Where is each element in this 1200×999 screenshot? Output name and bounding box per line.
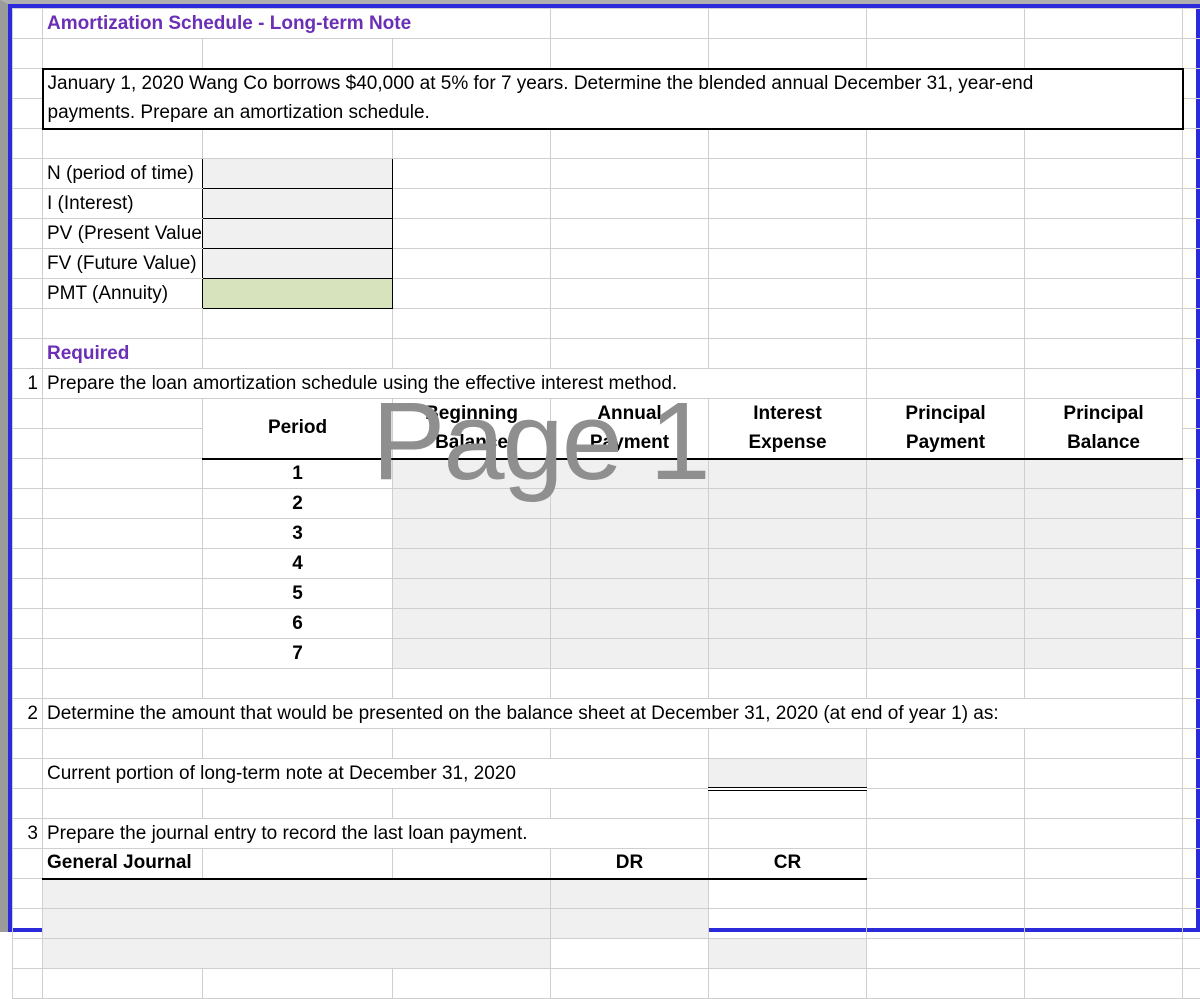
je-dr-1[interactable] (551, 879, 709, 909)
sheet-title: Amortization Schedule - Long-term Note (43, 9, 551, 39)
fv-input[interactable] (203, 249, 393, 279)
table-row: 7 (13, 639, 1200, 669)
je-dr-3[interactable] (551, 939, 709, 969)
fv-label: FV (Future Value) (43, 249, 203, 279)
q2-number: 2 (13, 699, 43, 729)
hdr-begbal2: Balance (393, 429, 551, 459)
q3-row: 3 Prepare the journal entry to record th… (13, 819, 1200, 849)
je-cr-2[interactable] (709, 909, 867, 939)
je-dr-2[interactable] (551, 909, 709, 939)
q1-row: 1 Prepare the loan amortization schedule… (13, 369, 1200, 399)
pv-label: PV (Present Value (43, 219, 203, 249)
amort-header-row1: Period Beginning Annual Interest Princip… (13, 399, 1200, 429)
pmt-input[interactable] (203, 279, 393, 309)
je-account-2[interactable] (43, 909, 551, 939)
hdr-annpay1: Annual (551, 399, 709, 429)
i-label: I (Interest) (43, 189, 203, 219)
je-cr-3[interactable] (709, 939, 867, 969)
table-row: 5 (13, 579, 1200, 609)
hdr-prinbal2: Balance (1025, 429, 1183, 459)
i-input[interactable] (203, 189, 393, 219)
current-portion-row: Current portion of long-term note at Dec… (13, 759, 1200, 789)
amort-header-row2: Balance Payment Expense Payment Balance (13, 429, 1200, 459)
problem-line2: payments. Prepare an amortization schedu… (43, 99, 1183, 129)
dr-label: DR (551, 849, 709, 879)
problem-text-row1: January 1, 2020 Wang Co borrows $40,000 … (13, 69, 1200, 99)
hdr-intexp1: Interest (709, 399, 867, 429)
input-row-pmt: PMT (Annuity) (13, 279, 1200, 309)
problem-text-row2: payments. Prepare an amortization schedu… (13, 99, 1200, 129)
table-row: 2 (13, 489, 1200, 519)
hdr-intexp2: Expense (709, 429, 867, 459)
je-row (13, 909, 1200, 939)
problem-line1: January 1, 2020 Wang Co borrows $40,000 … (43, 69, 1183, 99)
input-row-n: N (period of time) (13, 159, 1200, 189)
n-label: N (period of time) (43, 159, 203, 189)
table-row: 4 (13, 549, 1200, 579)
q1-text: Prepare the loan amortization schedule u… (43, 369, 867, 399)
q1-number: 1 (13, 369, 43, 399)
required-row: Required (13, 339, 1200, 369)
table-row: 3 (13, 519, 1200, 549)
title-row: Amortization Schedule - Long-term Note (13, 9, 1200, 39)
pv-input[interactable] (203, 219, 393, 249)
je-row (13, 939, 1200, 969)
hdr-annpay2: Payment (551, 429, 709, 459)
je-account-3[interactable] (43, 939, 551, 969)
je-account-1[interactable] (43, 879, 551, 909)
table-row: 6 (13, 609, 1200, 639)
current-portion-value[interactable] (709, 759, 867, 789)
hdr-begbal1: Beginning (393, 399, 551, 429)
cr-label: CR (709, 849, 867, 879)
pmt-label: PMT (Annuity) (43, 279, 203, 309)
input-row-fv: FV (Future Value) (13, 249, 1200, 279)
hdr-prinpay1: Principal (867, 399, 1025, 429)
input-row-pv: PV (Present Value (13, 219, 1200, 249)
hdr-prinpay2: Payment (867, 429, 1025, 459)
required-label: Required (43, 339, 203, 369)
q3-text: Prepare the journal entry to record the … (43, 819, 709, 849)
input-row-i: I (Interest) (13, 189, 1200, 219)
gj-label: General Journal (43, 849, 203, 879)
spreadsheet-grid: Amortization Schedule - Long-term Note J… (12, 8, 1200, 999)
je-row (13, 879, 1200, 909)
n-input[interactable] (203, 159, 393, 189)
hdr-prinbal1: Principal (1025, 399, 1183, 429)
q2-text: Determine the amount that would be prese… (43, 699, 1183, 729)
current-portion-label: Current portion of long-term note at Dec… (43, 759, 709, 789)
gj-header-row: General Journal DR CR (13, 849, 1200, 879)
hdr-period: Period (203, 399, 393, 459)
q2-row: 2 Determine the amount that would be pre… (13, 699, 1200, 729)
je-cr-1[interactable] (709, 879, 867, 909)
q3-number: 3 (13, 819, 43, 849)
table-row: 1 (13, 459, 1200, 489)
